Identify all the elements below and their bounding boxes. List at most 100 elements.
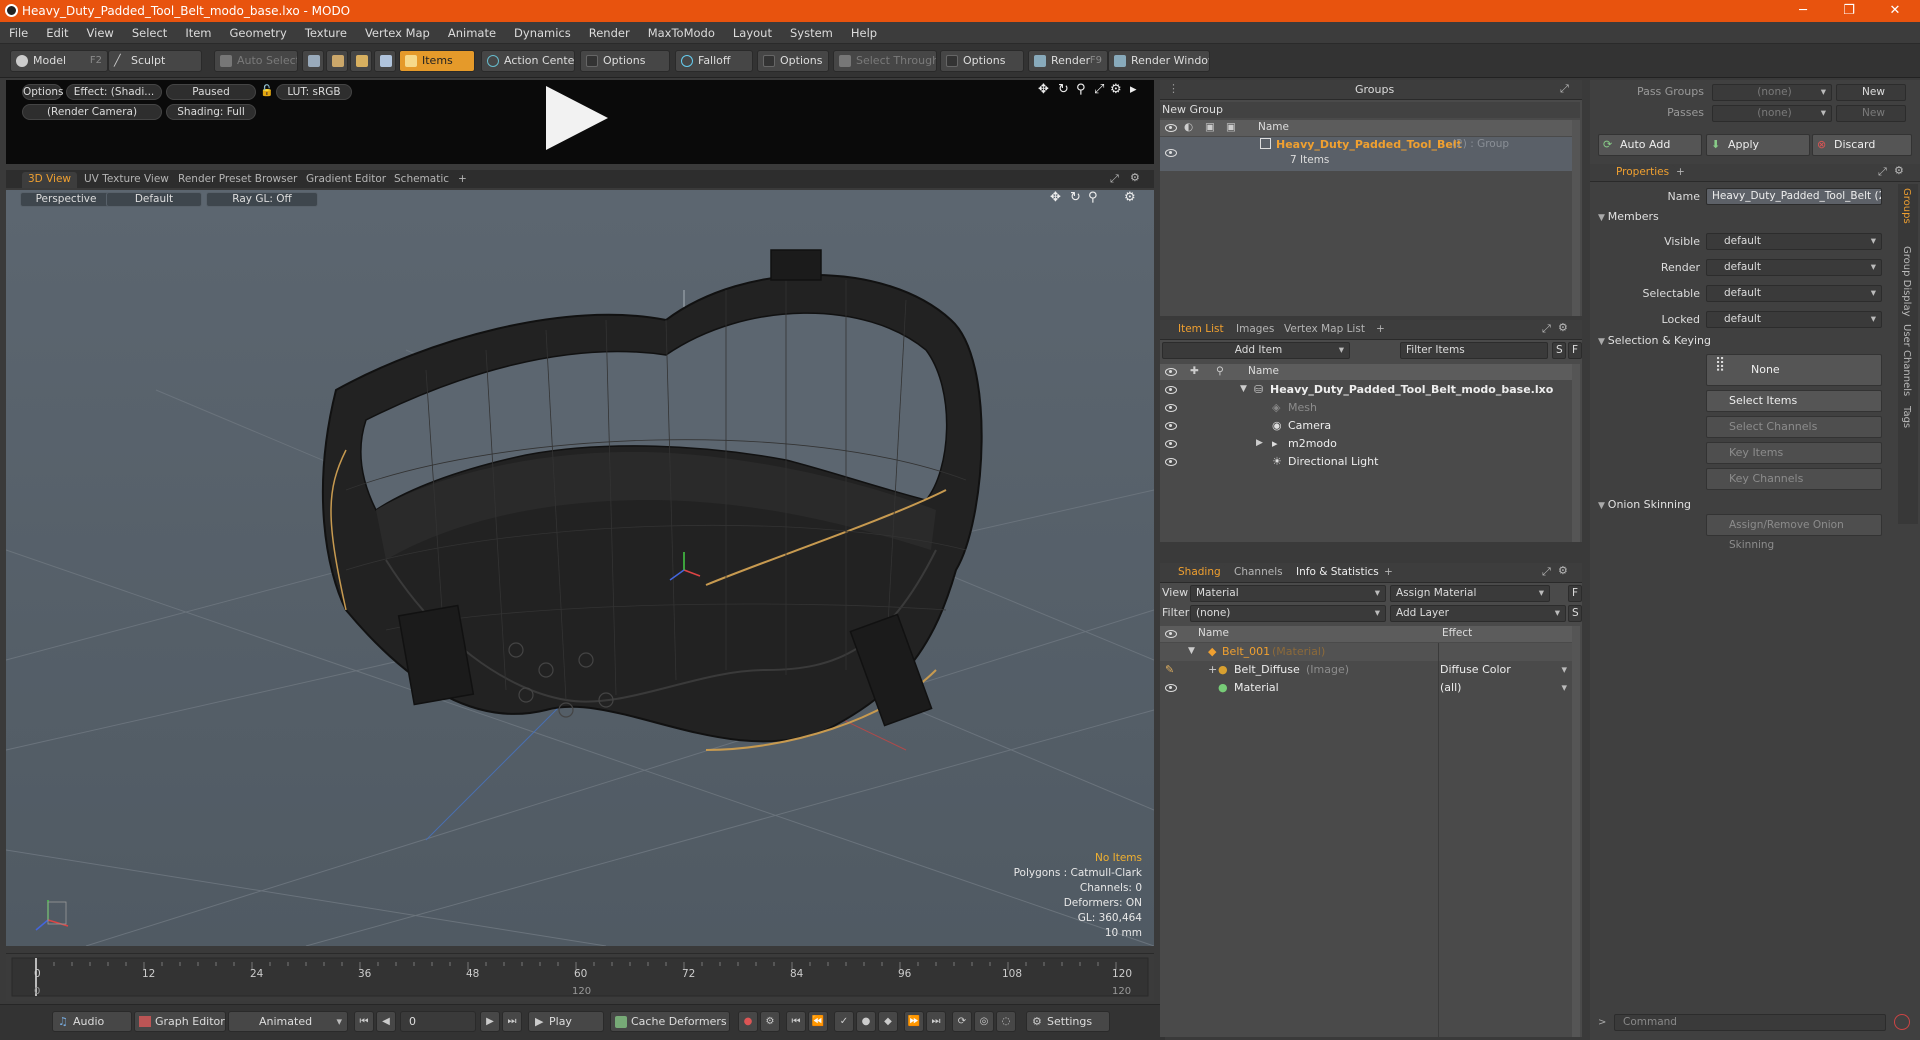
key-back-icon[interactable]: ⏪ (808, 1011, 828, 1032)
gear-icon[interactable]: ⚙ (1130, 171, 1140, 184)
cache-deformers-button[interactable]: Cache Deformers (610, 1011, 730, 1032)
menu-maxtomodo[interactable]: MaxToModo (639, 22, 724, 40)
gear-icon[interactable]: ⚙ (1558, 564, 1568, 577)
render-button[interactable]: Render F9 (1028, 50, 1108, 72)
new-group-button[interactable]: New Group (1160, 102, 1580, 118)
view-f-button[interactable]: F (1568, 585, 1582, 602)
shader-row-material[interactable]: ● Material (all) (1160, 679, 1572, 697)
item-list-scrollbar[interactable] (1572, 364, 1580, 542)
menu-select[interactable]: Select (123, 22, 176, 40)
audio-button[interactable]: ♫ Audio (52, 1011, 132, 1032)
settings-button[interactable]: ⚙ Settings (1026, 1011, 1110, 1032)
menu-geometry[interactable]: Geometry (221, 22, 296, 40)
timeline[interactable]: 0 12 24 36 48 60 72 84 96 108 120 0 120 … (6, 953, 1154, 1001)
add-tab-button[interactable]: + (452, 172, 473, 188)
key-channels-button[interactable]: Key Channels (1706, 468, 1882, 490)
go-start-icon[interactable]: ⏮ (354, 1011, 374, 1032)
tab-properties[interactable]: Properties (1610, 165, 1676, 181)
view-dropdown[interactable]: Material (1190, 585, 1386, 602)
prev-key-icon[interactable]: ⏮ (786, 1011, 806, 1032)
tab-3d-view[interactable]: 3D View (22, 172, 78, 188)
effect-dropdown-material[interactable]: (all) (1440, 679, 1572, 696)
preview-shading-dropdown[interactable]: Shading: Full (166, 104, 256, 120)
zoom-icon[interactable]: ⚲ (1076, 82, 1086, 97)
record-icon[interactable]: ● (738, 1011, 758, 1032)
close-button[interactable]: ✕ (1872, 1, 1918, 21)
auto-add-button[interactable]: ⟳ Auto Add (1598, 134, 1702, 156)
materials-mode-button[interactable] (374, 50, 396, 72)
expand-arrow-icon[interactable]: ▶ (1256, 435, 1263, 452)
new-pass-group-button[interactable]: New (1836, 84, 1906, 101)
play-button[interactable]: ▶ Play (528, 1011, 604, 1032)
ghost-icon[interactable]: ◌ (996, 1011, 1016, 1032)
minimize-button[interactable]: ─ (1780, 1, 1826, 21)
visibility-eye-icon[interactable] (1165, 684, 1177, 692)
onion-icon[interactable]: ◎ (974, 1011, 994, 1032)
menu-render[interactable]: Render (580, 22, 639, 40)
add-layer-dropdown[interactable]: Add Layer (1390, 605, 1566, 622)
select-column-icon[interactable]: ▣ (1226, 120, 1236, 135)
menu-help[interactable]: Help (842, 22, 886, 40)
select-through-options-button[interactable]: Options (940, 50, 1024, 72)
filter-items-input[interactable]: Filter Items (1400, 342, 1548, 359)
list-item-mesh[interactable]: ◈ Mesh (1160, 399, 1572, 417)
brush-icon[interactable]: ✎ (1165, 661, 1174, 678)
tab-uv-texture-view[interactable]: UV Texture View (78, 172, 175, 188)
edges-mode-button[interactable] (326, 50, 348, 72)
tab-shading[interactable]: Shading (1172, 565, 1227, 581)
menu-item[interactable]: Item (176, 22, 220, 40)
effect-dropdown-diffuse[interactable]: Diffuse Color (1440, 661, 1572, 678)
menu-system[interactable]: System (781, 22, 842, 40)
gear-icon[interactable]: ⚙ (1558, 321, 1568, 334)
tab-schematic[interactable]: Schematic (388, 172, 455, 188)
add-tab-button[interactable]: + (1370, 322, 1391, 338)
preview-paused-button[interactable]: Paused (166, 84, 256, 100)
menu-vertex-map[interactable]: Vertex Map (356, 22, 439, 40)
maximize-icon[interactable]: ⤢ (1094, 82, 1104, 97)
group-row-tool-belt[interactable]: Heavy_Duty_Padded_Tool_Belt (2) : Group … (1160, 137, 1572, 171)
expand-icon[interactable]: ⤢ (1542, 565, 1551, 579)
assign-material-dropdown[interactable]: Assign Material (1390, 585, 1550, 602)
frame-input[interactable]: 0 (400, 1011, 476, 1032)
visibility-eye-icon[interactable] (1165, 149, 1177, 157)
vertices-mode-button[interactable] (302, 50, 324, 72)
menu-edit[interactable]: Edit (37, 22, 77, 40)
lock-icon[interactable]: 🔓 (260, 84, 274, 97)
side-tab-groups[interactable]: Groups (1901, 188, 1912, 224)
type-column-icon[interactable]: ⚲ (1216, 364, 1224, 379)
group-name-field[interactable]: Heavy_Duty_Padded_Tool_Belt (2) (1706, 188, 1882, 205)
key-toggle-icon[interactable]: ✓ (834, 1011, 854, 1032)
tab-vertex-map-list[interactable]: Vertex Map List (1278, 322, 1371, 338)
expand-icon[interactable]: ⤢ (1542, 322, 1551, 336)
add-item-dropdown[interactable]: Add Item (1162, 342, 1350, 359)
visibility-eye-icon[interactable] (1165, 386, 1177, 394)
shader-row-belt-001[interactable]: ▼ ◆ Belt_001 (Material) (1160, 643, 1572, 661)
menu-layout[interactable]: Layout (724, 22, 781, 40)
expand-icon[interactable]: ⤢ (1560, 82, 1569, 96)
apply-button[interactable]: ⬇ Apply (1706, 134, 1810, 156)
side-tab-tags[interactable]: Tags (1901, 406, 1912, 428)
collapse-arrow-icon[interactable]: ▼ (1188, 643, 1195, 660)
tab-gradient-editor[interactable]: Gradient Editor (300, 172, 392, 188)
assign-onion-button[interactable]: Assign/Remove Onion Skinning (1706, 514, 1882, 551)
move-icon[interactable]: ✥ (1038, 82, 1049, 97)
render-window-button[interactable]: Render Window (1108, 50, 1210, 72)
side-tab-user-channels[interactable]: User Channels (1901, 324, 1912, 396)
preview-camera-dropdown[interactable]: (Render Camera) (22, 104, 162, 120)
step-forward-icon[interactable]: ▶ (480, 1011, 500, 1032)
falloff-options-button[interactable]: Options (757, 50, 829, 72)
render-toggle-icon[interactable]: ◐ (1184, 120, 1193, 135)
items-mode-button[interactable]: Items (399, 50, 475, 72)
tab-images[interactable]: Images (1230, 322, 1280, 338)
visibility-eye-icon[interactable] (1165, 630, 1177, 638)
pass-groups-dropdown[interactable]: (none) (1712, 84, 1832, 101)
select-through-button[interactable]: Select Through (833, 50, 937, 72)
onion-skinning-section[interactable]: ▼ Onion Skinning (1598, 498, 1691, 514)
expand-plus-icon[interactable]: + (1208, 661, 1217, 678)
visibility-eye-icon[interactable] (1165, 458, 1177, 466)
collapse-arrow-icon[interactable]: ▼ (1240, 381, 1247, 398)
menu-texture[interactable]: Texture (296, 22, 356, 40)
key-forward-icon[interactable]: ⏩ (904, 1011, 924, 1032)
shader-row-belt-diffuse[interactable]: ✎ + ● Belt_Diffuse (Image) Diffuse Color (1160, 661, 1572, 679)
preview-options-button[interactable]: Options (22, 84, 64, 100)
